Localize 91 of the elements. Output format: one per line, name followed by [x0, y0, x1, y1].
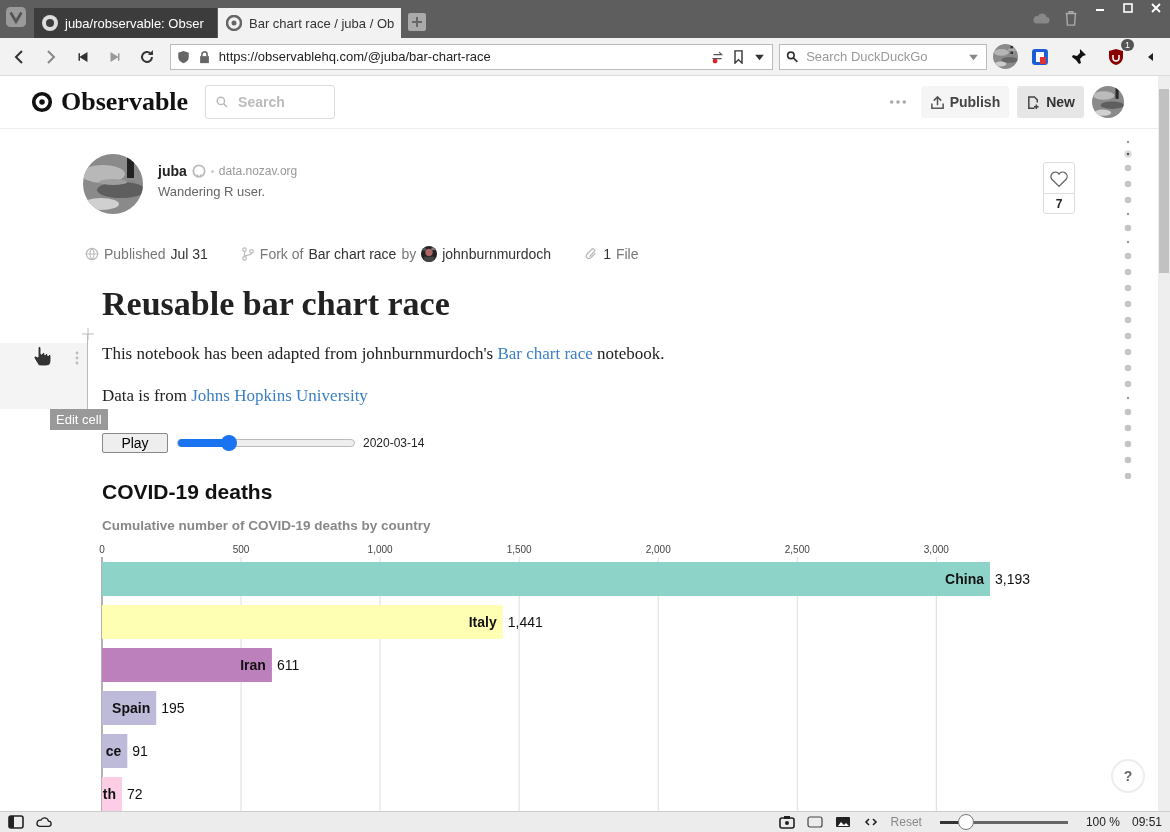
value-label: 3,193 — [995, 571, 1031, 587]
date-label: 2020-03-14 — [363, 436, 425, 450]
new-tab-button[interactable] — [408, 13, 426, 31]
shield-extension-icon[interactable] — [1107, 47, 1126, 66]
bar-label: ce — [105, 743, 122, 759]
publish-button[interactable]: Publish — [920, 86, 1010, 118]
close-icon[interactable] — [1150, 2, 1162, 14]
bar-label: China — [945, 571, 984, 587]
window-icon[interactable] — [806, 815, 823, 829]
value-label: 91 — [132, 743, 148, 759]
fork-notebook-link[interactable]: Bar chart race — [308, 246, 397, 262]
author-bio: Wandering R user. — [158, 184, 267, 199]
bar-chart-race-link[interactable]: Bar chart race — [497, 344, 593, 363]
value-label: 1,441 — [507, 614, 543, 630]
axis-tick-label: 500 — [232, 544, 250, 555]
hand-cursor-icon — [32, 345, 52, 367]
tooltip: Edit cell — [50, 409, 108, 430]
fork-icon — [240, 247, 255, 261]
like-button[interactable]: 7 — [1043, 162, 1075, 214]
add-cell-icon[interactable] — [82, 328, 94, 340]
reload-icon[interactable] — [138, 48, 155, 65]
upload-icon — [929, 94, 945, 110]
published-label: Published — [104, 246, 166, 262]
intro-paragraph: This notebook has been adapted from johnburnmurdoch's Bar chart race notebook. — [102, 343, 666, 365]
extension-icon[interactable] — [1031, 47, 1050, 66]
value-label: 611 — [276, 657, 300, 673]
axis-tick-label: 2,500 — [784, 544, 810, 555]
axis-tick-label: 2,000 — [645, 544, 671, 555]
browser-tab[interactable]: Bar chart race / juba / Ob — [218, 8, 401, 38]
maximize-icon[interactable] — [1122, 2, 1134, 14]
paperclip-icon — [584, 247, 599, 261]
author-name[interactable]: juba — [158, 163, 187, 179]
pin-icon[interactable] — [1069, 47, 1088, 66]
axis-tick-label: 1,000 — [367, 544, 393, 555]
notebook-title: Reusable bar chart race — [102, 284, 451, 324]
search-icon — [216, 96, 230, 109]
by-label: by — [401, 246, 417, 262]
axis-tick-label: 0 — [99, 544, 105, 555]
cloud-icon[interactable] — [36, 815, 52, 829]
search-field[interactable]: Search — [205, 85, 336, 119]
johns-hopkins-link[interactable]: Johns Hopkins University — [191, 386, 368, 405]
files-label[interactable]: File — [615, 246, 639, 262]
image-icon[interactable] — [834, 815, 851, 829]
fork-label: Fork of — [259, 246, 304, 262]
play-button[interactable]: Play — [102, 433, 168, 453]
value-label: 195 — [161, 700, 185, 716]
data-source-paragraph: Data is from Johns Hopkins University — [102, 385, 369, 407]
github-icon — [42, 15, 58, 31]
browser-tab[interactable]: juba/robservable: Obser — [34, 8, 217, 38]
observable-logo[interactable]: Observable — [31, 87, 189, 117]
axis-tick-label: 1,500 — [506, 544, 532, 555]
new-button[interactable]: New — [1017, 86, 1084, 118]
camera-icon[interactable] — [778, 815, 795, 829]
clock: 09:51 — [1131, 815, 1162, 829]
panel-toggle-icon[interactable] — [8, 815, 24, 829]
new-document-icon — [1026, 94, 1042, 110]
like-count: 7 — [1044, 193, 1074, 211]
zoom-level: 100 % — [1085, 815, 1120, 829]
bar-label: th — [102, 786, 116, 802]
published-date: Jul 31 — [170, 246, 208, 262]
bar-label: Spain — [112, 700, 151, 716]
shield-icon — [176, 49, 190, 64]
scrollbar[interactable] — [1158, 76, 1170, 811]
lock-icon — [197, 49, 211, 64]
swap-icon[interactable] — [711, 49, 725, 64]
zoom-slider[interactable] — [939, 814, 1068, 830]
help-button[interactable]: ? — [1111, 759, 1145, 793]
axis-tick-label: 3,000 — [923, 544, 949, 555]
notification-badge: 1 — [1121, 38, 1135, 51]
search-field[interactable]: Search DuckDuckGo — [779, 43, 988, 70]
search-icon — [786, 49, 800, 64]
fast-forward-icon[interactable] — [108, 50, 121, 63]
globe-icon — [85, 247, 99, 261]
chart-heading: COVID-19 deaths — [102, 479, 274, 505]
cell-menu-icon[interactable] — [75, 351, 79, 365]
bar — [102, 777, 122, 811]
bar-label: Iran — [240, 657, 266, 673]
value-label: 72 — [127, 786, 143, 802]
fork-author-link[interactable]: johnburnmurdoch — [442, 246, 552, 262]
browser-logo-icon[interactable] — [6, 7, 26, 27]
bookmark-icon[interactable] — [732, 49, 746, 64]
heart-icon — [1049, 170, 1069, 188]
bar-label: Italy — [468, 614, 497, 630]
observable-icon — [226, 15, 242, 31]
address-bar[interactable]: https://observablehq.com/@juba/bar-chart-race — [169, 43, 774, 70]
rewind-icon[interactable] — [76, 50, 89, 63]
plus-icon — [411, 16, 423, 28]
file-count[interactable]: 1 — [603, 246, 611, 262]
bar — [102, 734, 128, 768]
chart-title: Cumulative number of COVID-19 deaths by country — [102, 517, 432, 535]
bar — [102, 691, 157, 725]
